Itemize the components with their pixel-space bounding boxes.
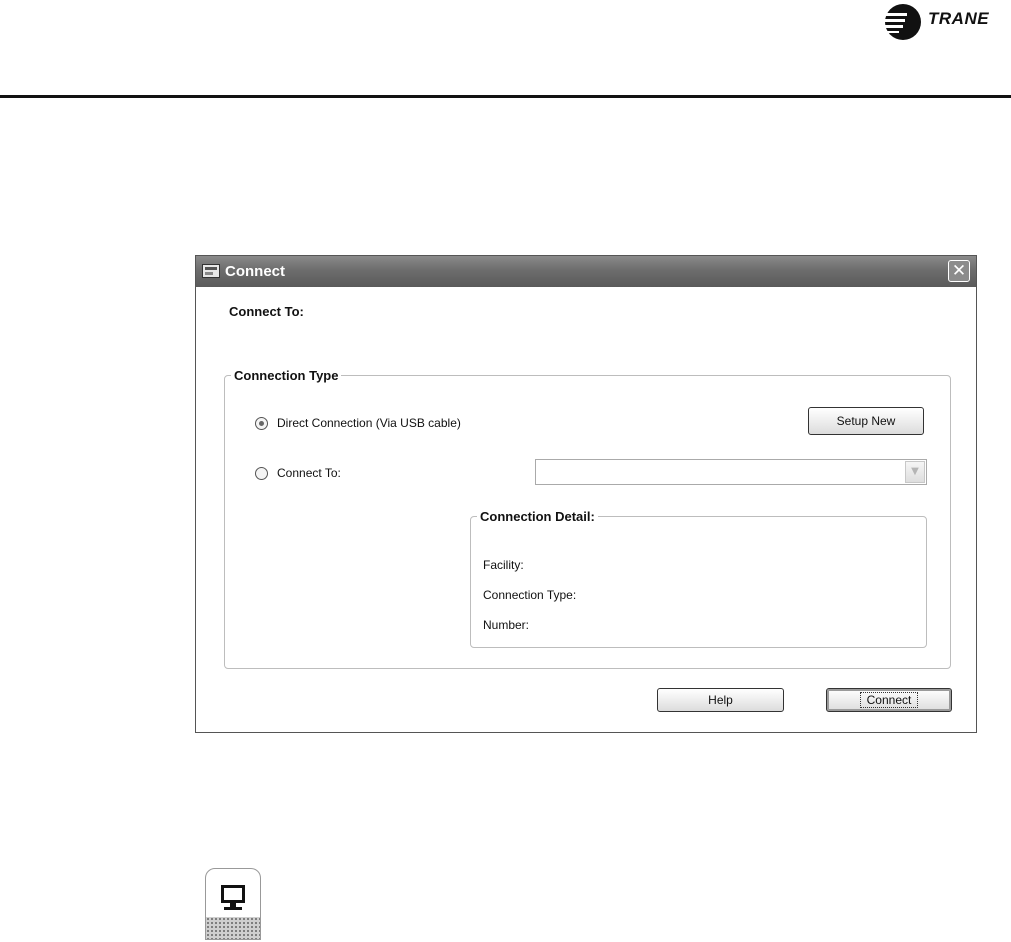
monitor-base [224, 907, 242, 910]
connect-dialog: Connect ✕ Connect To: Connection Type Di… [195, 255, 977, 733]
connect-window-icon [202, 264, 220, 278]
connect-to-radio[interactable] [255, 467, 268, 480]
header-divider [0, 95, 1011, 98]
connect-to-label[interactable]: Connect To: [277, 466, 341, 480]
connection-type-group: Connection Type Direct Connection (Via U… [224, 368, 951, 669]
direct-connection-radio[interactable] [255, 417, 268, 430]
help-label: Help [708, 693, 733, 707]
brand-header: TRANE [884, 0, 1006, 42]
close-icon: ✕ [951, 261, 967, 281]
connect-to-heading: Connect To: [229, 304, 304, 319]
help-button[interactable]: Help [657, 688, 784, 712]
dialog-titlebar[interactable]: Connect ✕ [196, 256, 976, 287]
trane-logo-icon [885, 4, 921, 40]
chevron-down-icon[interactable]: ▼ [905, 461, 925, 483]
brand-name: TRANE [928, 9, 990, 28]
setup-new-button[interactable]: Setup New [808, 407, 924, 435]
setup-new-label: Setup New [836, 414, 896, 428]
icon-pattern [206, 917, 260, 939]
connect-to-dropdown[interactable]: ▼ [535, 459, 927, 485]
connection-type-legend: Connection Type [234, 368, 339, 383]
direct-connection-label[interactable]: Direct Connection (Via USB cable) [277, 416, 461, 430]
connect-button[interactable]: Connect [826, 688, 952, 712]
dialog-title: Connect [225, 263, 285, 280]
connection-detail-group: Connection Detail: Facility: Connection … [470, 509, 927, 648]
connection-detail-legend: Connection Detail: [480, 509, 595, 524]
connection-type-label: Connection Type: [483, 588, 577, 602]
close-button[interactable]: ✕ [948, 260, 970, 282]
connect-label: Connect [859, 692, 919, 708]
monitor-icon [205, 868, 261, 940]
monitor-screen [221, 885, 245, 903]
number-label: Number: [483, 618, 530, 632]
facility-label: Facility: [483, 558, 524, 572]
